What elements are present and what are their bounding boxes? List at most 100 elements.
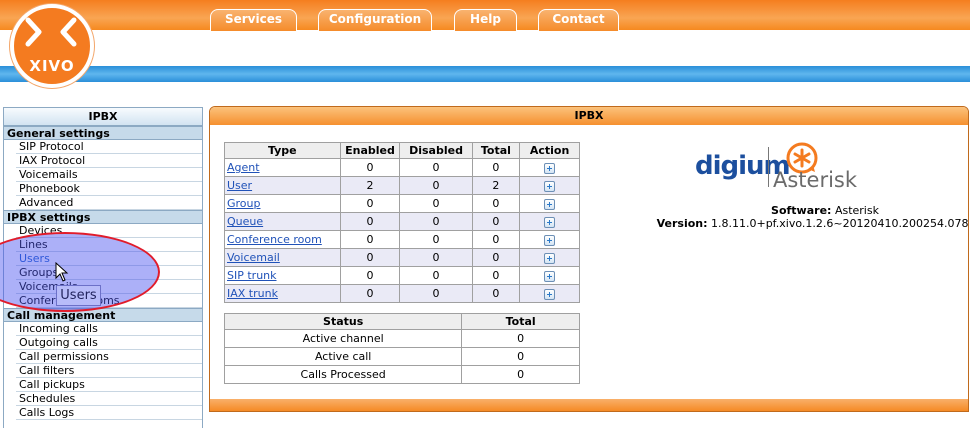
type-cell: Voicemail (224, 248, 341, 267)
add-icon[interactable] (544, 234, 556, 246)
add-icon[interactable] (544, 198, 556, 210)
sidebar-item-label: Phonebook (19, 182, 80, 195)
total-cell: 0 (471, 194, 521, 213)
enabled-cell: 0 (339, 158, 401, 177)
type-link-user[interactable]: User (227, 179, 252, 192)
tab-help[interactable]: Help (454, 9, 517, 31)
disabled-cell: 0 (399, 212, 473, 231)
enabled-cell: 0 (339, 230, 401, 249)
sidebar-item-label: Call filters (19, 364, 75, 377)
sidebar-item-call-permissions[interactable]: Call permissions (4, 350, 202, 364)
type-link-voicemail[interactable]: Voicemail (227, 251, 280, 264)
enabled-cell: 0 (339, 266, 401, 285)
sidebar-item-label: Advanced (19, 196, 74, 209)
type-cell: Group (224, 194, 341, 213)
add-icon[interactable] (544, 162, 556, 174)
tab-configuration[interactable]: Configuration (318, 9, 432, 31)
type-cell: SIP trunk (224, 266, 341, 285)
type-link-group[interactable]: Group (227, 197, 261, 210)
enabled-cell: 0 (339, 194, 401, 213)
sidebar-item-schedules[interactable]: Schedules (4, 392, 202, 406)
header-blue-bar (0, 66, 970, 82)
disabled-cell: 0 (399, 158, 473, 177)
sidebar-item-advanced[interactable]: Advanced (4, 196, 202, 210)
sidebar-item-phonebook[interactable]: Phonebook (4, 182, 202, 196)
enabled-cell: 0 (339, 284, 401, 303)
action-cell (519, 230, 580, 249)
tab-services[interactable]: Services (210, 9, 297, 31)
logo-text: XIVO (29, 57, 75, 75)
type-link-iax-trunk[interactable]: IAX trunk (227, 287, 278, 300)
type-cell: Agent (224, 158, 341, 177)
mouse-cursor-icon (55, 262, 69, 282)
add-icon[interactable] (544, 288, 556, 300)
sidebar-item-label: IAX Protocol (19, 154, 86, 167)
sidebar-item-call-filters[interactable]: Call filters (4, 364, 202, 378)
disabled-cell: 0 (399, 230, 473, 249)
sidebar-title: IPBX (4, 108, 202, 126)
status-cell: Active call (223, 347, 463, 366)
total-cell: 2 (471, 176, 521, 195)
action-cell (519, 212, 580, 231)
sidebar-item-outgoing-calls[interactable]: Outgoing calls (4, 336, 202, 350)
xivo-page: Services Configuration Help Contact XIVO… (0, 0, 970, 428)
status-cell: Calls Processed (223, 365, 463, 384)
type-link-agent[interactable]: Agent (227, 161, 260, 174)
action-cell (519, 284, 580, 303)
xivo-logo[interactable]: XIVO (10, 4, 94, 88)
sidebar-item-call-pickups[interactable]: Call pickups (4, 378, 202, 392)
col-header-status: Status (223, 313, 463, 330)
type-link-sip-trunk[interactable]: SIP trunk (227, 269, 277, 282)
main-footer-bar (210, 399, 968, 411)
type-cell: Queue (224, 212, 341, 231)
version-label: Version: (656, 217, 708, 230)
type-link-conference-room[interactable]: Conference room (227, 233, 322, 246)
summary-header-row: Type Enabled Disabled Total Action (224, 142, 580, 159)
enabled-cell: 0 (339, 248, 401, 267)
table-row: Active channel 0 (223, 329, 580, 348)
table-row: Agent 0 0 0 (224, 158, 580, 177)
add-icon[interactable] (544, 252, 556, 264)
sidebar-item-sip-protocol[interactable]: SIP Protocol (4, 140, 202, 154)
table-row: Active call 0 (223, 347, 580, 366)
total-cell: 0 (471, 158, 521, 177)
sidebar-item-iax-protocol[interactable]: IAX Protocol (4, 154, 202, 168)
tab-contact[interactable]: Contact (538, 9, 619, 31)
type-link-queue[interactable]: Queue (227, 215, 263, 228)
table-row: IAX trunk 0 0 0 (224, 284, 580, 303)
table-row: Voicemail 0 0 0 (224, 248, 580, 267)
col-header-action: Action (519, 142, 580, 159)
sidebar-item-label: SIP Protocol (19, 140, 84, 153)
sidebar-item-calls-logs[interactable]: Calls Logs (4, 406, 202, 420)
table-row: Calls Processed 0 (223, 365, 580, 384)
software-line: Software: Asterisk (590, 204, 968, 217)
type-cell: IAX trunk (224, 284, 341, 303)
type-cell: User (224, 176, 341, 195)
sidebar-section-general-settings: General settings (4, 126, 202, 140)
sidebar-item-voicemails[interactable]: Voicemails (4, 168, 202, 182)
add-icon[interactable] (544, 216, 556, 228)
enabled-cell: 2 (339, 176, 401, 195)
sidebar-item-label: Voicemails (19, 168, 78, 181)
sidebar-section-call-management: Call management (4, 308, 202, 322)
col-header-status-total: Total (461, 313, 580, 330)
status-total-cell: 0 (461, 347, 580, 366)
col-header-enabled: Enabled (339, 142, 401, 159)
status-header-row: Status Total (223, 313, 580, 330)
add-icon[interactable] (544, 180, 556, 192)
sidebar-section-ipbx-settings: IPBX settings (4, 210, 202, 224)
add-icon[interactable] (544, 270, 556, 282)
status-cell: Active channel (223, 329, 463, 348)
status-table: Status Total Active channel 0 Active cal… (223, 313, 580, 384)
disabled-cell: 0 (399, 266, 473, 285)
table-row: User 2 0 2 (224, 176, 580, 195)
tooltip-users: Users (56, 285, 101, 306)
sidebar-item-label: Call pickups (19, 378, 85, 391)
sidebar-item-incoming-calls[interactable]: Incoming calls (4, 322, 202, 336)
total-cell: 0 (471, 230, 521, 249)
disabled-cell: 0 (399, 284, 473, 303)
table-row: Conference room 0 0 0 (224, 230, 580, 249)
sidebar-item-label: Calls Logs (19, 406, 75, 419)
disabled-cell: 0 (399, 176, 473, 195)
total-cell: 0 (471, 248, 521, 267)
